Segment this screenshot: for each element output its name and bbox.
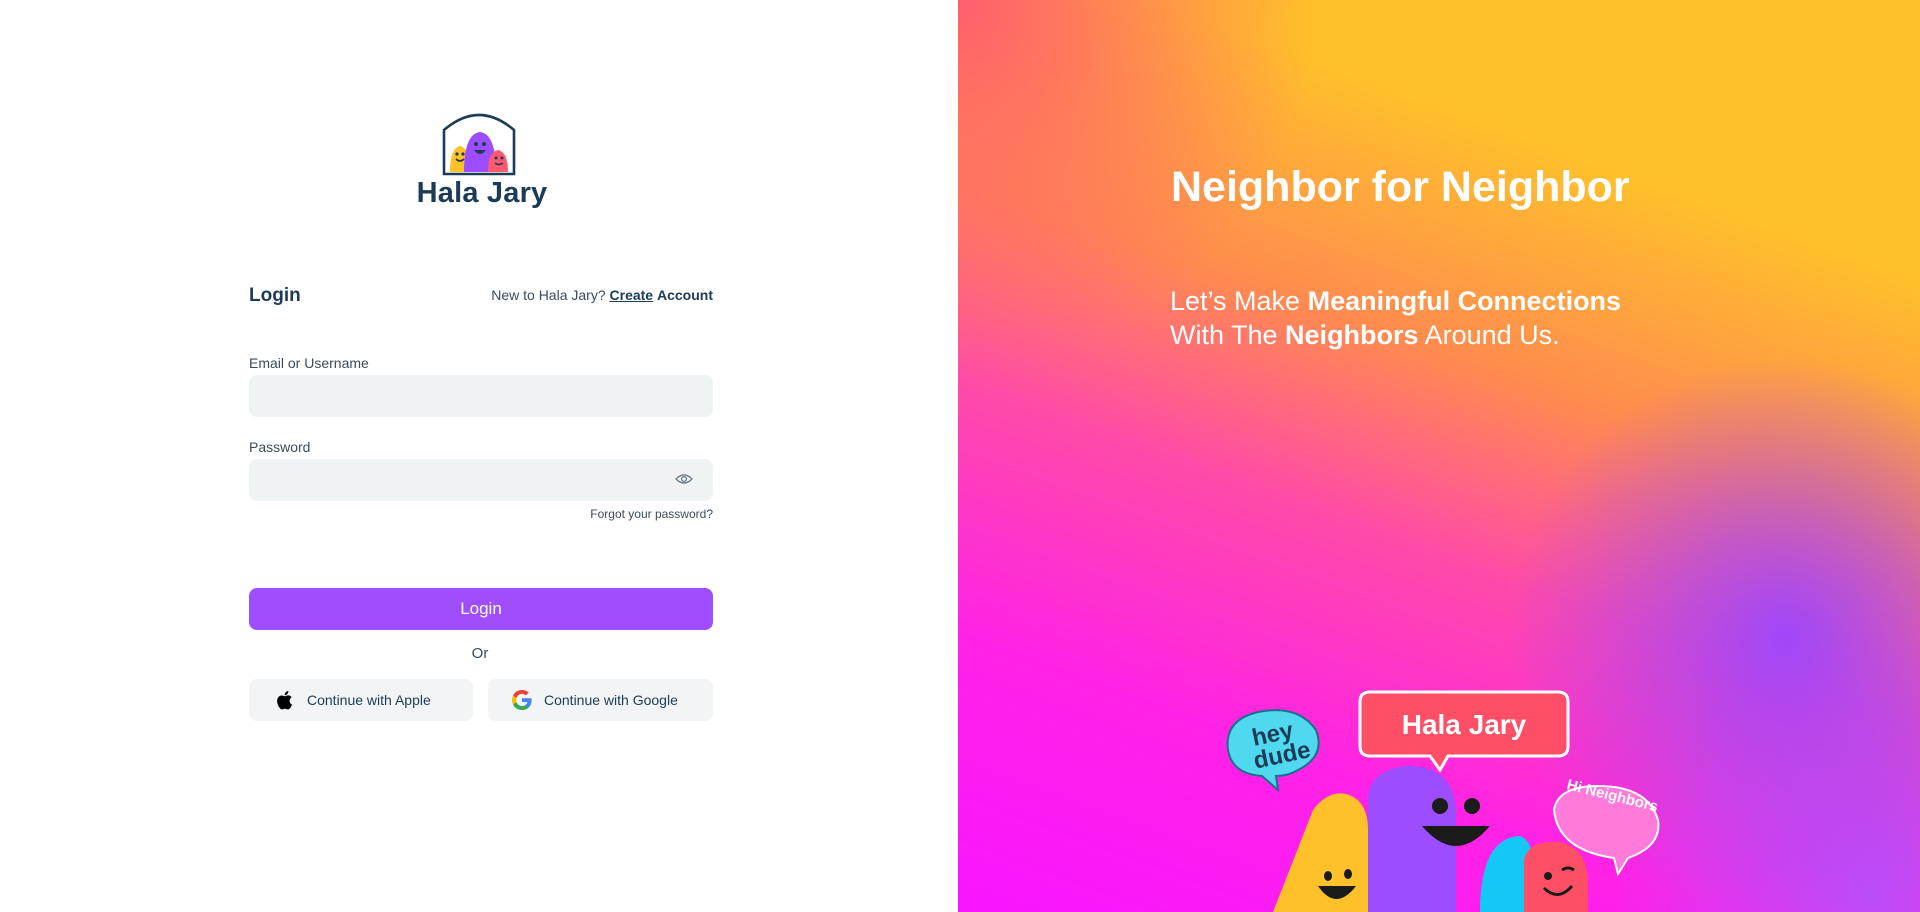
create-account-link-suffix[interactable]: Account	[657, 287, 713, 303]
hero-headline: Neighbor for Neighbor	[1171, 163, 1630, 211]
continue-with-google-button[interactable]: Continue with Google	[488, 679, 713, 721]
tagline-line-2-suffix: Around Us.	[1418, 320, 1560, 350]
login-button[interactable]: Login	[249, 588, 713, 630]
yellow-character	[1273, 793, 1368, 912]
password-field[interactable]	[249, 459, 713, 501]
tagline-line-2: With The Neighbors Around Us.	[1170, 318, 1621, 352]
hero-tagline: Let’s Make Meaningful Connections With T…	[1170, 284, 1621, 352]
logo-icon	[442, 113, 516, 176]
or-divider: Or	[471, 645, 489, 662]
signup-prompt: New to Hala Jary? Create Account	[460, 287, 713, 303]
continue-with-apple-button[interactable]: Continue with Apple	[249, 679, 473, 721]
login-heading: Login	[249, 285, 301, 306]
red-character	[1524, 841, 1588, 912]
tagline-line-1: Let’s Make Meaningful Connections	[1170, 284, 1621, 318]
logo-text: Hala Jary	[416, 177, 548, 209]
forgot-password-link[interactable]: Forgot your password?	[560, 507, 713, 521]
password-label: Password	[249, 439, 311, 455]
tagline-line-1-prefix: Let’s Make	[1170, 286, 1308, 316]
google-button-label: Continue with Google	[544, 692, 678, 708]
tagline-line-2-prefix: With The	[1170, 320, 1286, 350]
brand-bubble-text: Hala Jary	[1402, 709, 1527, 740]
signup-prompt-text: New to Hala Jary?	[491, 287, 606, 303]
login-panel: Hala Jary Login New to Hala Jary? Create…	[0, 0, 958, 912]
apple-button-label: Continue with Apple	[307, 692, 431, 708]
google-icon	[512, 690, 532, 710]
create-account-link[interactable]: Create	[610, 287, 654, 303]
tagline-line-1-bold: Meaningful Connections	[1307, 286, 1622, 316]
apple-icon	[277, 691, 292, 710]
eye-icon[interactable]	[675, 472, 693, 486]
email-label: Email or Username	[249, 355, 369, 371]
tagline-line-2-bold: Neighbors	[1285, 320, 1419, 350]
email-field[interactable]	[249, 375, 713, 417]
neighbors-illustration: hey dude Hala Jary Hi Neighbors	[1226, 690, 1660, 912]
